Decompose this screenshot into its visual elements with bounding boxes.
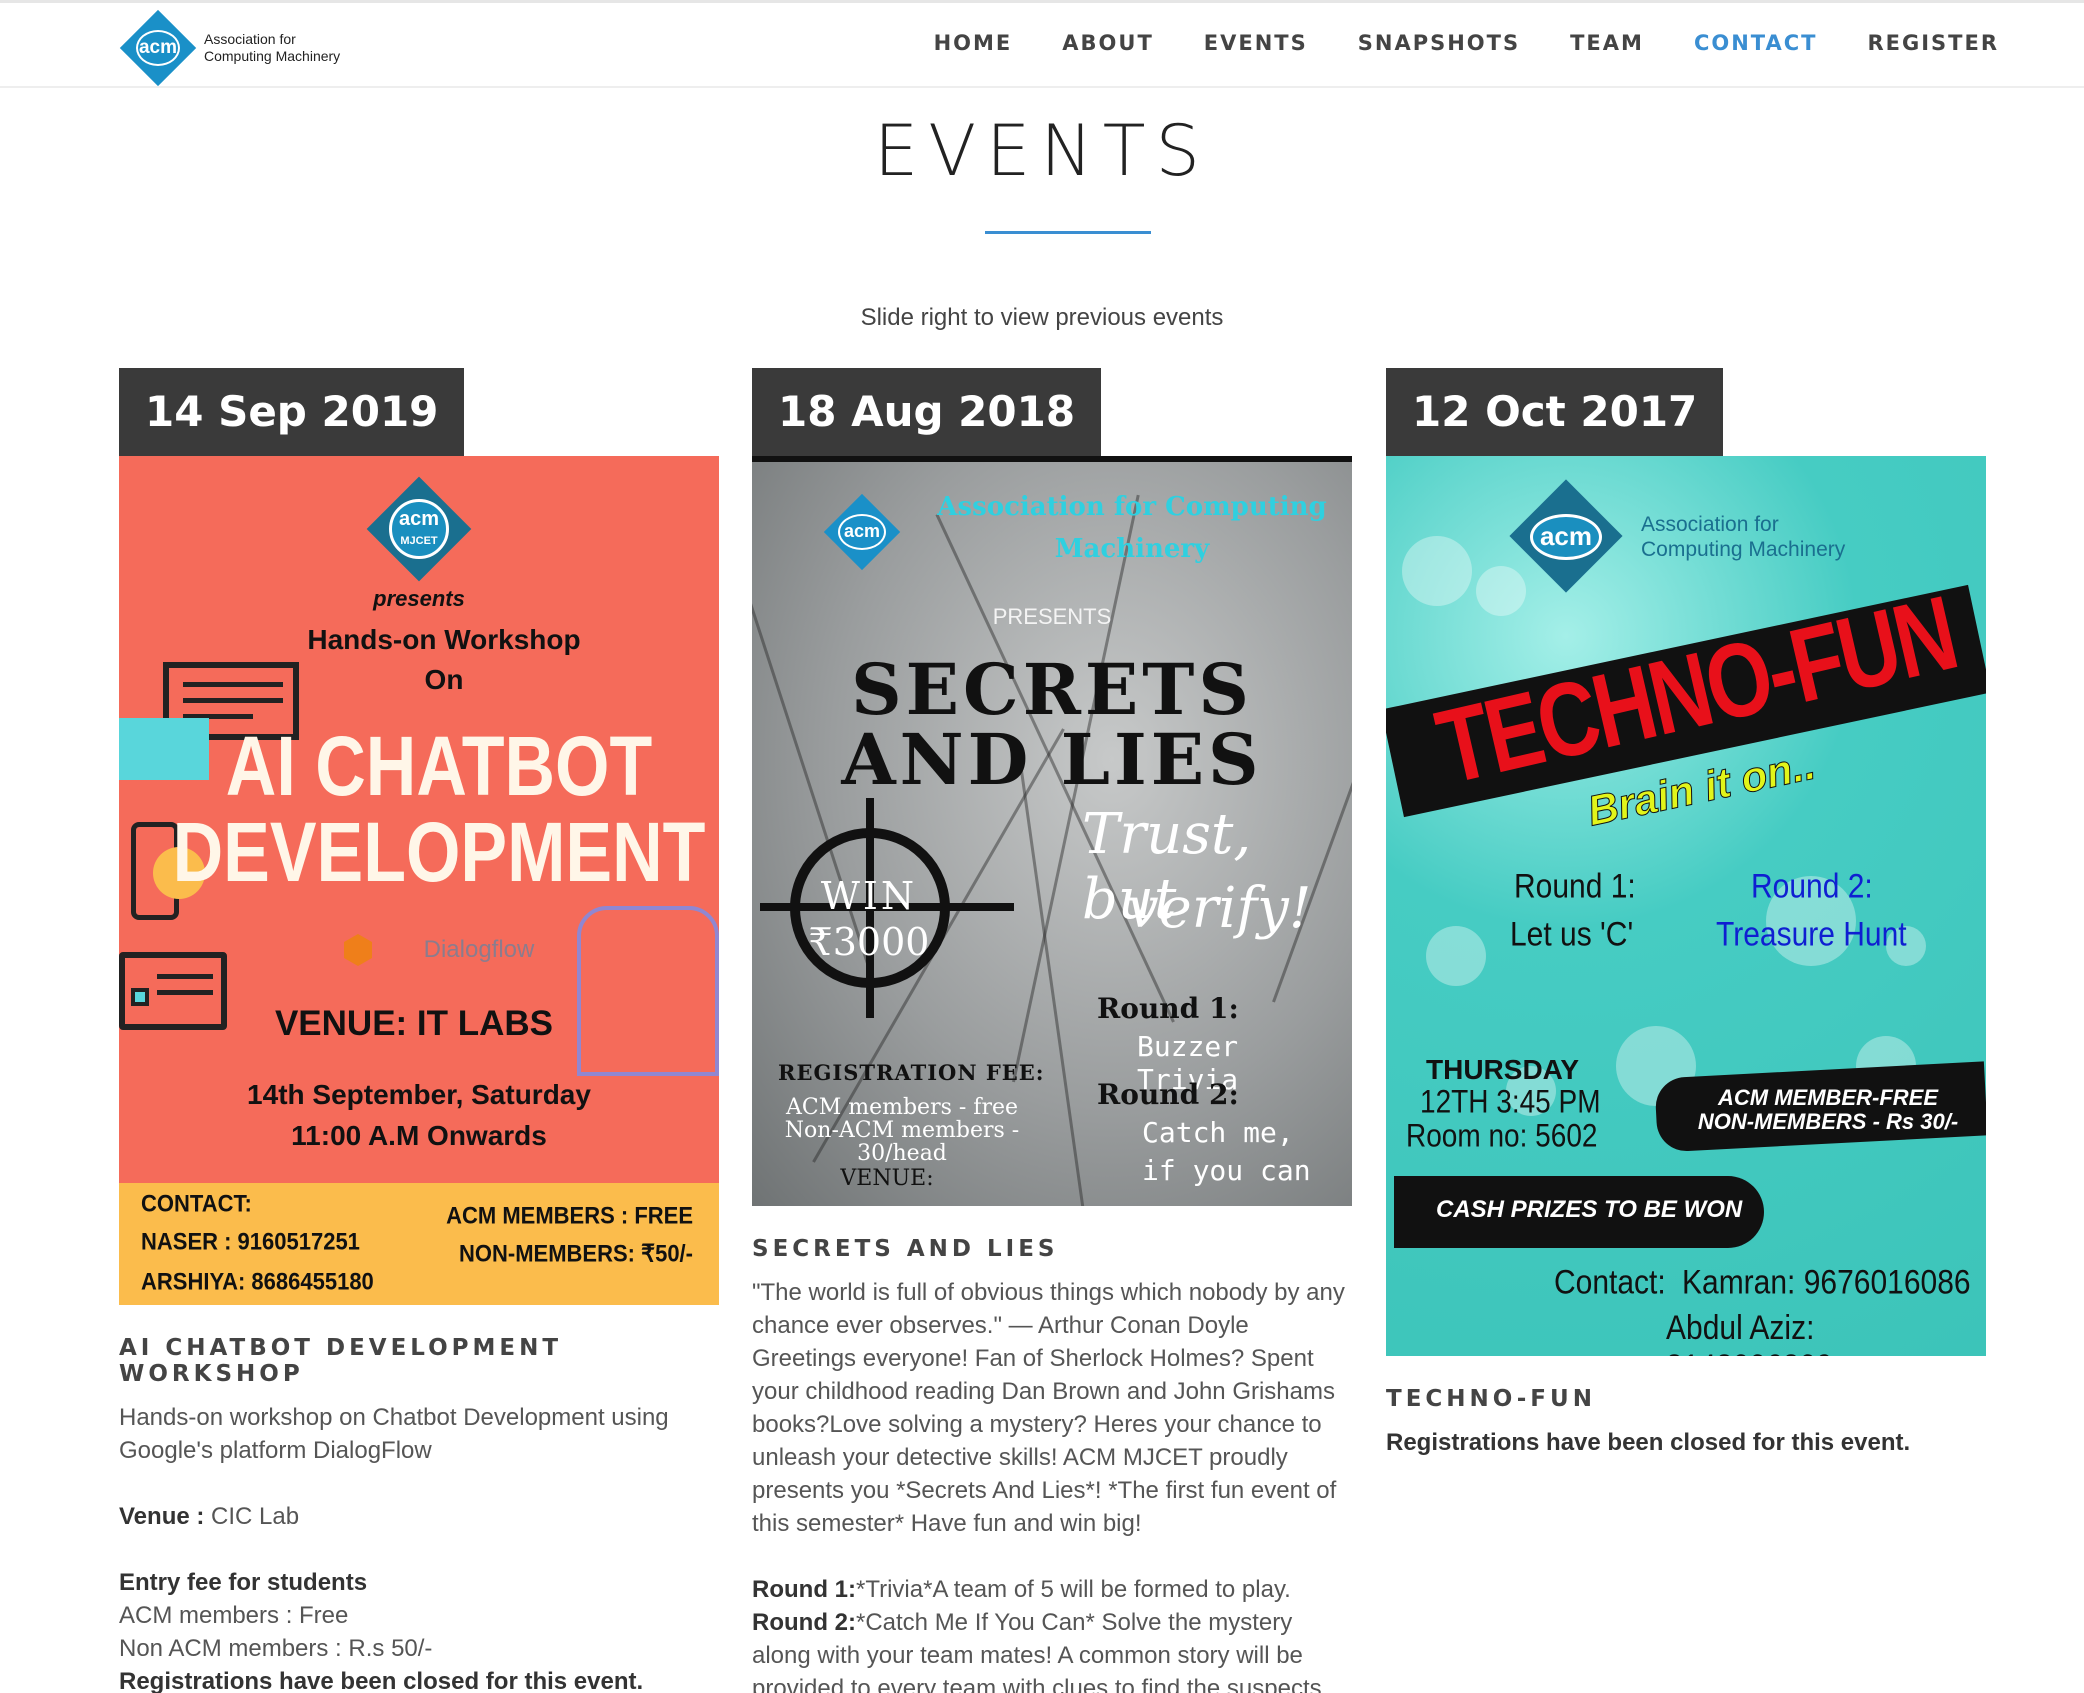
top-navbar: acm Association for Computing Machinery …: [0, 0, 2084, 88]
poster-contact-band: CONTACT: NASER : 9160517251 ARSHIYA: 868…: [119, 1183, 719, 1305]
acm-logo-icon: acm: [823, 493, 901, 571]
event-poster-chatbot[interactable]: acm MJCET presents Hands-on Workshop On A…: [119, 456, 719, 1305]
event-card-chatbot: 14 Sep 2019 acm MJCET presents Hands-on W…: [119, 368, 719, 1693]
acm-logo[interactable]: acm Association for Computing Machinery: [118, 8, 358, 88]
registration-status: Registrations have been closed for this …: [119, 1668, 644, 1693]
acm-logo-icon: acm: [1506, 476, 1626, 596]
event-title: SECRETS AND LIES: [752, 1236, 1059, 1262]
event-title: AI CHATBOT DEVELOPMENT WORKSHOP: [119, 1335, 563, 1387]
event-date: 14 Sep 2019: [119, 368, 465, 456]
event-poster-secrets[interactable]: acm Association for Computing Machinery …: [752, 456, 1352, 1206]
event-description: "The world is full of obvious things whi…: [752, 1279, 1345, 1693]
event-date: 18 Aug 2018: [752, 368, 1102, 456]
page-title: EVENTS: [874, 110, 1210, 192]
slide-hint: Slide right to view previous events: [860, 304, 1224, 331]
event-card-secrets: 18 Aug 2018 acm Association for Computin…: [752, 368, 1352, 1693]
registration-status: Registrations have been closed for this …: [1386, 1429, 1911, 1456]
event-description: Registrations have been closed for this …: [1386, 1426, 1986, 1459]
main-nav: HOME ABOUT EVENTS SNAPSHOTS TEAM CONTACT…: [934, 31, 1999, 55]
acm-mjcet-badge-icon: acm MJCET: [366, 476, 472, 582]
title-underline: [985, 231, 1151, 234]
event-description: Hands-on workshop on Chatbot Development…: [119, 1404, 669, 1693]
nav-snapshots[interactable]: SNAPSHOTS: [1358, 31, 1520, 55]
nav-home[interactable]: HOME: [934, 31, 1013, 55]
event-poster-technofun[interactable]: acm Association for Computing Machinery …: [1386, 456, 1986, 1356]
event-date: 12 Oct 2017: [1386, 368, 1724, 456]
brand-name: Association for Computing Machinery: [204, 31, 341, 64]
nav-events[interactable]: EVENTS: [1204, 31, 1308, 55]
nav-team[interactable]: TEAM: [1570, 31, 1644, 55]
nav-about[interactable]: ABOUT: [1062, 31, 1154, 55]
circuit-robot-icon: [577, 906, 719, 1076]
event-title: TECHNO-FUN: [1386, 1386, 1596, 1412]
nav-register[interactable]: REGISTER: [1867, 31, 1999, 55]
event-card-technofun: 12 Oct 2017 acm Association for Computin…: [1386, 368, 1986, 1459]
acm-diamond-icon: acm: [118, 8, 198, 88]
nav-contact[interactable]: CONTACT: [1694, 31, 1818, 55]
